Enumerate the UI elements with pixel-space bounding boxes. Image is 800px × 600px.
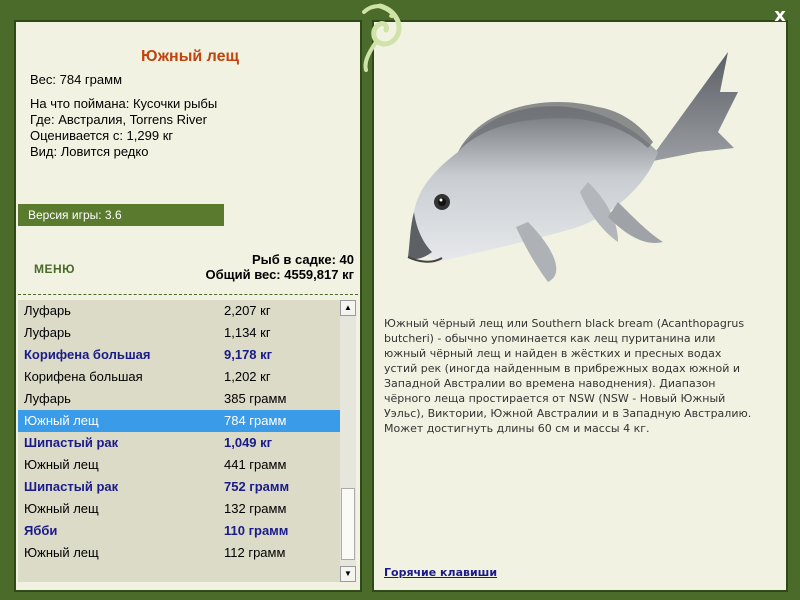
catch-list[interactable]: Луфарь 2,207 кг Луфарь 1,134 кг Корифена бол… [18,300,340,582]
version-label: Версия игры: 3.6 [18,204,224,226]
catch-row-name: Луфарь [24,303,71,318]
fish-description: Южный чёрный лещ или Southern black brea… [384,317,752,435]
divider [18,294,358,295]
catch-row-name: Южный лещ [24,545,99,560]
catch-row-weight: 1,049 кг [224,435,273,450]
catch-row-name: Южный лещ [24,501,99,516]
catch-row-weight: 1,202 кг [224,369,271,384]
fish-details: На что поймана: Кусочки рыбы Где: Австра… [30,96,217,160]
catch-row[interactable]: Шипастый рак 752 грамм [18,476,340,498]
catch-row[interactable]: Южный лещ 112 грамм [18,542,340,564]
catch-stats: Рыб в садке: 40 Общий вес: 4559,817 кг [205,252,354,282]
catch-row[interactable]: Шипастый рак 1,049 кг [18,432,340,454]
catch-row[interactable]: Луфарь 1,134 кг [18,322,340,344]
fish-count: Рыб в садке: 40 [251,252,354,267]
catch-row-weight: 2,207 кг [224,303,271,318]
catch-row[interactable]: Луфарь 2,207 кг [18,300,340,322]
catch-row[interactable]: Южный лещ 132 грамм [18,498,340,520]
catch-row-weight: 1,134 кг [224,325,271,340]
catch-row-name: Луфарь [24,325,71,340]
total-weight: Общий вес: 4559,817 кг [205,267,354,282]
close-icon[interactable]: x [768,4,792,28]
catch-row-weight: 385 грамм [224,391,287,406]
hotkeys-link[interactable]: Горячие клавиши [384,566,497,579]
catch-row-name: Южный лещ [24,457,99,472]
menu-button[interactable]: МЕНЮ [34,262,75,276]
catch-row-name: Корифена большая [24,369,143,384]
catch-row[interactable]: Южный лещ 441 грамм [18,454,340,476]
catch-row-weight: 110 грамм [224,523,289,538]
catch-row-weight: 132 грамм [224,501,287,516]
catch-row[interactable]: Корифена большая 9,178 кг [18,344,340,366]
fish-location: Где: Австралия, Torrens River [30,112,207,127]
catch-row-name: Шипастый рак [24,435,119,450]
catch-row[interactable]: Ябби 110 грамм [18,520,340,542]
catch-row-name: Луфарь [24,391,71,406]
catch-row-weight: 752 грамм [224,479,290,494]
fish-estimate: Оценивается с: 1,299 кг [30,128,174,143]
catch-row-weight: 112 грамм [224,545,286,560]
catch-row-weight: 9,178 кг [224,347,273,362]
arrow-down-icon[interactable]: ▼ [340,566,356,582]
arrow-up-icon[interactable]: ▲ [340,300,356,316]
fish-bait: На что поймана: Кусочки рыбы [30,96,218,111]
catch-row-name: Ябби [24,523,58,538]
catch-row[interactable]: Луфарь 385 грамм [18,388,340,410]
fish-kind: Вид: Ловится редко [30,144,149,159]
catch-row[interactable]: Южный лещ 784 грамм [18,410,340,432]
fish-title: Южный лещ [141,48,239,65]
catch-row[interactable]: Корифена большая 1,202 кг [18,366,340,388]
catch-row-weight: 441 грамм [224,457,287,472]
fish-image [407,52,738,282]
catch-row-weight: 784 грамм [224,413,287,428]
list-scrollbar[interactable]: ▲ ▼ [340,300,356,582]
catch-row-name: Южный лещ [24,413,99,428]
catch-row-name: Шипастый рак [24,479,119,494]
scrollbar-thumb[interactable] [341,488,355,560]
catch-row-name: Корифена большая [24,347,151,362]
fish-weight: Вес: 784 грамм [30,72,123,87]
